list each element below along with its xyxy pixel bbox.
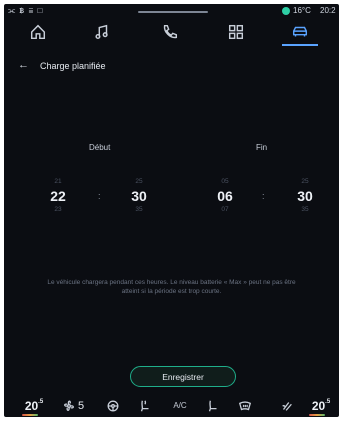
status-bar: ⫘ ฿ ≣ □ 16°C 20:2 [4,4,339,18]
apps-grid-icon [228,24,244,40]
nav-apps[interactable] [216,18,256,46]
start-hour-prev[interactable]: 21 [38,177,78,187]
windshield-defrost-button[interactable] [234,394,256,417]
start-minute-prev[interactable]: 25 [119,177,159,187]
start-minute-next[interactable]: 35 [119,205,159,215]
rear-airflow-button[interactable] [276,394,298,417]
charge-info-text: Le véhicule chargera pendant ces heures.… [14,278,329,296]
page-title: Charge planifiée [40,61,106,71]
notification-drawer-handle[interactable] [138,11,208,13]
outside-temperature: 16°C [293,6,311,15]
seat-heat-right-button[interactable] [202,394,224,417]
status-icons: ⫘ ฿ ≣ □ [8,6,44,15]
right-temperature-control[interactable]: 20.5 [307,394,335,417]
end-minute-prev[interactable]: 25 [285,177,325,187]
fan-speed-control[interactable]: 5 [58,394,88,417]
end-hour-wheel[interactable]: 05 06 07 [205,177,245,215]
climate-bar: 20.5 5 A/C 20.5 [4,394,339,417]
page-header: ← Charge planifiée [4,54,339,76]
start-time-separator: : [98,191,101,201]
left-temperature-control[interactable]: 20.5 [20,394,48,417]
nav-vehicle[interactable] [280,18,320,46]
back-arrow-icon[interactable]: ← [18,59,34,73]
airflow-icon [282,401,292,411]
end-hour-next[interactable]: 07 [205,205,245,215]
phone-icon [163,24,178,39]
start-minute-wheel[interactable]: 25 30 35 [119,177,159,215]
ac-button[interactable]: A/C [166,394,194,417]
end-hour-prev[interactable]: 05 [205,177,245,187]
infotainment-screen: ⫘ ฿ ≣ □ 16°C 20:2 ← Charge planifiée Déb… [4,4,339,417]
car-icon [292,26,308,37]
end-minute-next[interactable]: 35 [285,205,325,215]
windshield-defrost-icon [238,400,252,410]
steering-heat-button[interactable] [102,394,124,417]
left-temperature: 20.5 [24,398,44,413]
music-note-icon [95,24,108,40]
info-line-2: atteint si la période est trop courte. [121,288,222,295]
end-hour-value[interactable]: 06 [205,187,245,205]
seat-icon [208,400,217,411]
end-minute-wheel[interactable]: 25 30 35 [285,177,325,215]
start-hour-next[interactable]: 23 [38,205,78,215]
save-button[interactable]: Enregistrer [130,366,236,387]
nav-phone[interactable] [150,18,190,46]
left-temperature-scale [22,414,38,416]
start-hour-value[interactable]: 22 [38,187,78,205]
top-navigation [4,18,339,48]
fan-icon [63,400,74,411]
end-time-separator: : [262,191,265,201]
info-line-1: Le véhicule chargera pendant ces heures.… [47,279,296,286]
steering-wheel-icon [107,400,119,411]
start-minute-value[interactable]: 30 [119,187,159,205]
start-label: Début [89,143,111,152]
ac-label: A/C [173,401,187,410]
nav-active-indicator [282,44,318,46]
fan-speed-value: 5 [77,399,85,412]
right-temperature: 20.5 [311,398,331,413]
home-icon [30,24,46,40]
nav-home[interactable] [18,18,58,46]
end-minute-value[interactable]: 30 [285,187,325,205]
end-label: Fin [256,143,268,152]
status-indicator-dot [282,7,290,15]
clock-time: 20:2 [320,6,336,15]
seat-heat-left-button[interactable] [134,394,156,417]
start-hour-wheel[interactable]: 21 22 23 [38,177,78,215]
right-temperature-scale [309,414,325,416]
seat-heat-icon [140,399,149,411]
nav-music[interactable] [82,18,122,46]
